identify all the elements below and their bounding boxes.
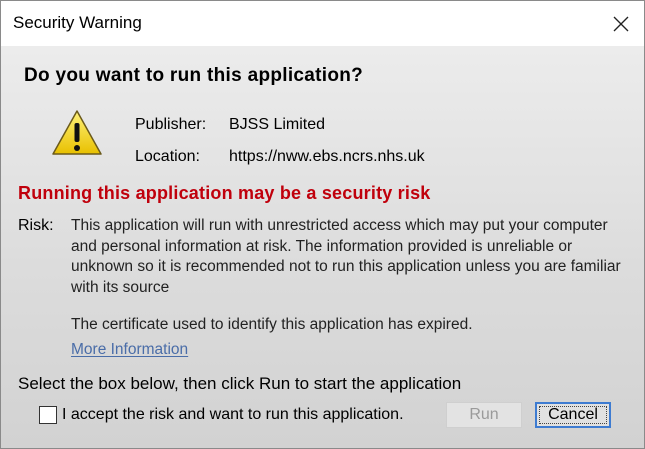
- location-value: https://nww.ebs.ncrs.nhs.uk: [229, 148, 425, 165]
- risk-label: Risk:: [18, 217, 54, 234]
- risk-headline: Running this application may be a securi…: [18, 183, 431, 203]
- location-label: Location:: [135, 148, 200, 165]
- security-warning-dialog: Security Warning Do you want to run this…: [0, 0, 645, 449]
- dialog-question: Do you want to run this application?: [24, 65, 364, 86]
- instruction-text: Select the box below, then click Run to …: [18, 374, 462, 393]
- publisher-label: Publisher:: [135, 116, 207, 133]
- focus-rectangle: [539, 406, 607, 424]
- run-button[interactable]: Run: [446, 402, 522, 428]
- accept-risk-checkbox[interactable]: [39, 406, 57, 424]
- warning-triangle-icon: [52, 110, 102, 155]
- publisher-value: BJSS Limited: [229, 116, 326, 133]
- title-bar: Security Warning: [1, 1, 644, 46]
- more-information-link[interactable]: More Information: [71, 341, 188, 359]
- accept-risk-label[interactable]: I accept the risk and want to run this a…: [62, 406, 404, 424]
- window-title: Security Warning: [13, 13, 142, 32]
- cancel-button[interactable]: Cancel: [535, 402, 611, 428]
- dialog-content: Do you want to run this application? Pub…: [1, 46, 644, 448]
- close-button[interactable]: [606, 9, 636, 39]
- close-icon: [613, 16, 629, 32]
- certificate-expired-text: The certificate used to identify this ap…: [71, 316, 473, 333]
- risk-description: This application will run with unrestric…: [71, 217, 621, 296]
